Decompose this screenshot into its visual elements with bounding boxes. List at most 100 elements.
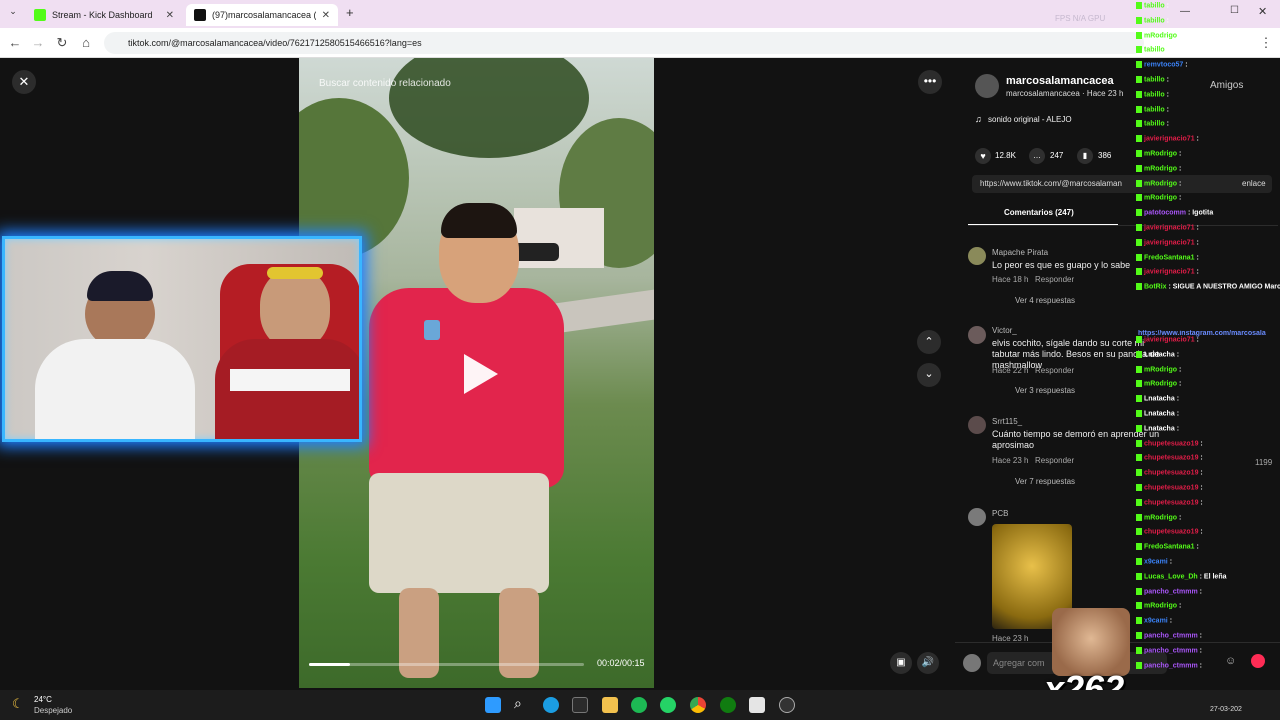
close-icon[interactable]: ✕ — [322, 10, 330, 21]
xbox-icon[interactable] — [720, 697, 736, 713]
reply-button[interactable]: Responder — [1035, 275, 1074, 284]
volume-icon[interactable]: 🔊 — [917, 652, 939, 674]
shirt-print — [230, 369, 350, 391]
file-explorer-icon[interactable] — [602, 697, 618, 713]
chat-username[interactable]: pancho_ctmmm — [1144, 588, 1200, 595]
chrome-icon[interactable] — [690, 697, 706, 713]
chat-username[interactable]: mRodrigo — [1144, 32, 1179, 39]
chat-username[interactable]: patotocomm — [1144, 210, 1188, 217]
chat-username[interactable]: mRodrigo — [1144, 180, 1179, 187]
creator-username[interactable]: marcosalamancacea — [1006, 75, 1114, 87]
tab-comments[interactable]: Comentarios (247) — [1004, 208, 1074, 217]
chat-username[interactable]: FredoSantana1 — [1144, 544, 1197, 551]
chat-username[interactable]: FredoSantana1 — [1144, 254, 1197, 261]
chat-username[interactable]: tabillo — [1144, 47, 1167, 54]
chat-username[interactable]: tabillo — [1144, 106, 1167, 113]
chat-username[interactable]: chupetesuazo19 — [1144, 499, 1200, 506]
url-field[interactable]: tiktok.com/@marcosalamancacea/video/7621… — [104, 32, 1144, 54]
chat-username[interactable]: Lnatacha — [1144, 396, 1177, 403]
chat-username[interactable]: pancho_ctmmm — [1144, 647, 1200, 654]
chat-username[interactable]: mRodrigo — [1144, 366, 1179, 373]
comment-avatar[interactable] — [968, 247, 986, 265]
creator-avatar[interactable] — [975, 74, 999, 98]
chat-username[interactable]: x9cami — [1144, 558, 1170, 565]
home-icon[interactable]: ⌂ — [76, 33, 96, 53]
chat-username[interactable]: mRodrigo — [1144, 165, 1179, 172]
pip-icon[interactable]: ▣ — [890, 652, 912, 674]
chat-username[interactable]: pancho_ctmmm — [1144, 632, 1200, 639]
chat-username[interactable]: chupetesuazo19 — [1144, 440, 1200, 447]
tab-kick-dashboard[interactable]: Stream - Kick Dashboard ✕ — [26, 4, 182, 26]
store-icon[interactable] — [572, 697, 588, 713]
windows-start-icon[interactable] — [485, 697, 501, 713]
bookmark-icon[interactable]: ▮ — [1077, 148, 1093, 164]
whatsapp-icon[interactable] — [660, 697, 676, 713]
chat-username[interactable]: chupetesuazo19 — [1144, 529, 1200, 536]
comment-author[interactable]: Mapache Pirata — [992, 248, 1048, 257]
chat-username[interactable]: pancho_ctmmm — [1144, 662, 1200, 669]
music-note-icon: ♫ — [975, 114, 982, 124]
new-tab-button[interactable]: + — [346, 5, 354, 20]
chat-username[interactable]: mRodrigo — [1144, 381, 1179, 388]
chat-username[interactable]: Lnatacha — [1144, 351, 1177, 358]
chat-username[interactable]: mRodrigo — [1144, 195, 1179, 202]
chat-username[interactable]: remvtoco57 — [1144, 62, 1185, 69]
tab-list-button[interactable]: ⌄ — [6, 6, 20, 20]
comment-avatar[interactable] — [968, 508, 986, 526]
chat-username[interactable]: javierignacio71 — [1144, 136, 1197, 143]
chat-username[interactable]: Lnatacha — [1144, 425, 1177, 432]
chat-username[interactable]: Lnatacha — [1144, 410, 1177, 417]
view-replies-button[interactable]: Ver 7 respuestas — [1015, 477, 1075, 486]
chat-username[interactable]: mRodrigo — [1144, 603, 1179, 610]
chat-username[interactable]: tabillo — [1144, 76, 1167, 83]
comment-avatar[interactable] — [968, 416, 986, 434]
spotify-icon[interactable] — [631, 697, 647, 713]
chat-username[interactable]: x9cami — [1144, 618, 1170, 625]
chat-username[interactable]: tabillo — [1144, 121, 1167, 128]
chat-message: javierignacio71 : — [1136, 238, 1280, 253]
progress-bar[interactable] — [309, 663, 584, 666]
tab-tiktok[interactable]: (97)marcosalamancacea (@mar ✕ — [186, 4, 338, 26]
chat-username[interactable]: chupetesuazo19 — [1144, 455, 1200, 462]
like-icon[interactable]: ♥ — [975, 148, 991, 164]
more-options-icon[interactable]: ••• — [918, 70, 942, 94]
forward-icon[interactable]: → — [28, 33, 48, 53]
chat-username[interactable]: mRodrigo — [1144, 514, 1179, 521]
sound-label[interactable]: sonido original - ALEJO — [988, 115, 1072, 124]
edge-icon[interactable] — [543, 697, 559, 713]
chat-username[interactable]: tabillo — [1144, 91, 1167, 98]
chat-username[interactable]: Lucas_Love_Dh — [1144, 573, 1200, 580]
chat-username[interactable]: tabillo — [1144, 2, 1167, 9]
chat-username[interactable]: javierignacio71 — [1144, 269, 1197, 276]
kick-badge-icon — [1136, 587, 1142, 595]
chat-username[interactable]: mRodrigo — [1144, 150, 1179, 157]
person-hair — [441, 203, 517, 238]
chat-username[interactable]: javierignacio71 — [1144, 336, 1197, 343]
obs-icon[interactable] — [779, 697, 795, 713]
chat-username[interactable]: tabillo — [1144, 17, 1167, 24]
reply-button[interactable]: Responder — [1035, 456, 1074, 465]
chat-username[interactable]: chupetesuazo19 — [1144, 484, 1200, 491]
close-icon[interactable]: ✕ — [166, 10, 174, 21]
comment-author[interactable]: PCB — [992, 509, 1008, 518]
search-icon[interactable]: ⌕ — [514, 695, 522, 712]
chevron-up-icon[interactable]: ⌃ — [917, 330, 941, 354]
view-replies-button[interactable]: Ver 3 respuestas — [1015, 386, 1075, 395]
close-viewer-button[interactable]: ✕ — [12, 70, 36, 94]
reload-icon[interactable]: ↻ — [52, 33, 72, 53]
search-related[interactable]: Buscar contenido relacionado — [319, 78, 451, 89]
play-icon[interactable] — [464, 354, 498, 394]
chevron-down-icon[interactable]: ⌄ — [917, 363, 941, 387]
chat-username[interactable]: javierignacio71 — [1144, 224, 1197, 231]
back-icon[interactable]: ← — [5, 33, 25, 53]
chat-username[interactable]: javierignacio71 — [1144, 239, 1197, 246]
reply-button[interactable]: Responder — [1035, 366, 1074, 375]
comment-author[interactable]: Srrt115_ — [992, 417, 1022, 426]
comment-avatar[interactable] — [968, 326, 986, 344]
app-icon[interactable] — [749, 697, 765, 713]
comment-icon[interactable]: … — [1029, 148, 1045, 164]
chat-username[interactable]: chupetesuazo19 — [1144, 470, 1200, 477]
chat-username[interactable]: BotRix — [1144, 284, 1169, 291]
view-replies-button[interactable]: Ver 4 respuestas — [1015, 296, 1075, 305]
comment-author[interactable]: Victor_ — [992, 326, 1017, 335]
